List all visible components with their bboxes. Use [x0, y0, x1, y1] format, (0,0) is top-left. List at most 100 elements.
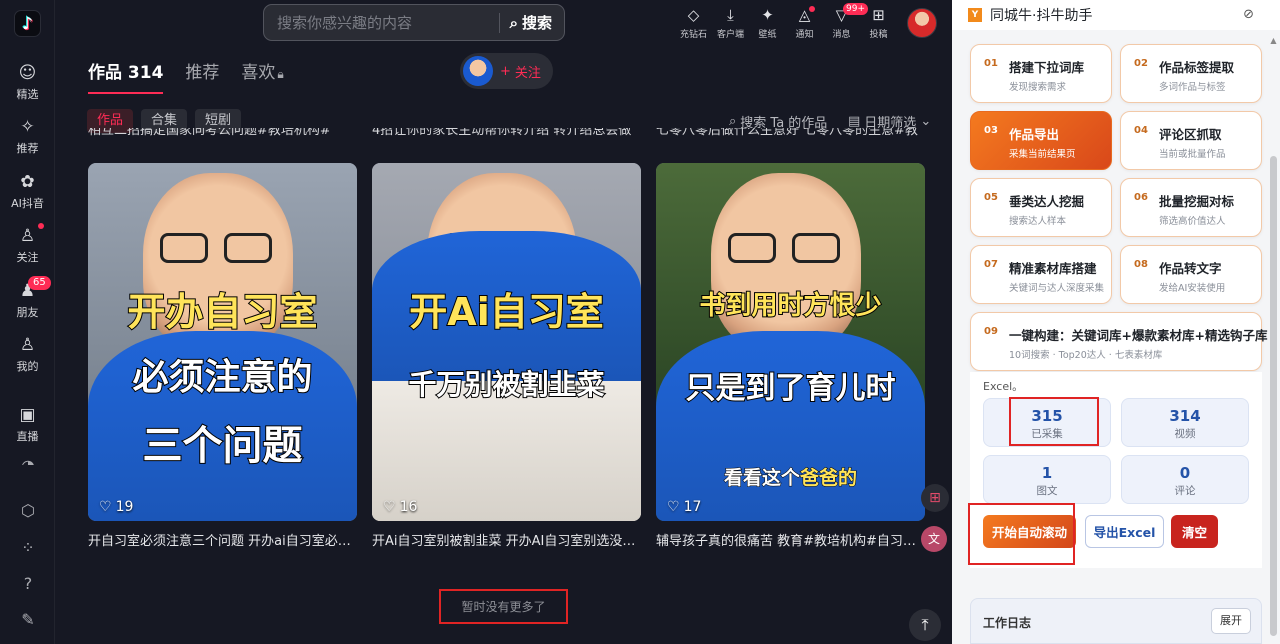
like-count: ♡ 19 [99, 499, 133, 515]
sidebar-item-recommend[interactable]: ✧ 推荐 [0, 117, 55, 156]
sparkle-icon: ✧ [20, 117, 35, 137]
search-button-label: 搜索 [521, 14, 552, 32]
sidebar-item-me[interactable]: ♙ 我的 [0, 335, 55, 374]
avatar[interactable] [907, 8, 937, 38]
sidebar-item-label: 推荐 [16, 142, 39, 155]
top-icon-label: 充钻石 [679, 30, 707, 40]
diamond-icon: ◇ [687, 6, 700, 24]
upload-button[interactable]: ⊞ 投稿 [860, 6, 897, 40]
search-icon: ⌕ [509, 13, 518, 32]
upload-icon: ⊞ [872, 6, 885, 24]
following-notification-dot [38, 223, 44, 229]
panel-header: Y 同城牛·抖牛助手 ⊘ [952, 0, 1280, 30]
video-title[interactable]: 开Ai自习室别被割韭菜 开办AI自习室别选没支... [372, 530, 641, 549]
tab-recommend[interactable]: 推荐 [185, 58, 219, 83]
work-log-title: 工作日志 [983, 616, 1032, 630]
like-count: ♡ 17 [667, 499, 701, 515]
notification-dot [809, 6, 815, 12]
stat-videos: 314 视频 [1121, 398, 1249, 447]
sidebar-item-live[interactable]: ▣ 直播 [0, 405, 55, 444]
notification-button[interactable]: ◬ 通知 [786, 6, 823, 40]
search-input[interactable] [264, 13, 499, 32]
follow-button[interactable]: + 关注 [500, 62, 541, 81]
sidebar-item-ai-douyin[interactable]: ✿ AI抖音 [0, 172, 55, 211]
client-download-button[interactable]: ⤓ 客户端 [712, 6, 749, 40]
collected-highlight-box [1009, 397, 1099, 446]
expand-log-button[interactable]: 展开 [1211, 608, 1251, 634]
video-card[interactable]: 书到用时方恨少 只是到了育儿时 看看这个爸爸的 ♡ 17 [656, 163, 925, 521]
step-07-material-library[interactable]: 07 精准素材库搭建 关键词与达人深度采集 [970, 245, 1112, 304]
panel-title: 同城牛·抖牛助手 [990, 8, 1093, 24]
step-05-creator-mining[interactable]: 05 垂类达人挖掘 搜索达人样本 [970, 178, 1112, 237]
clipped-video-title: 4招让你的家长主动帮你转介绍 转介绍总会做 [372, 128, 632, 138]
follow-card: + 关注 [460, 53, 553, 89]
video-title[interactable]: 开自习室必须注意三个问题 开办ai自习室必须... [88, 530, 357, 549]
sidebar-item-following[interactable]: ♙ 关注 [0, 226, 55, 265]
chevron-down-icon: ⌄ [920, 114, 932, 129]
stat-image-posts: 1 图文 [983, 455, 1111, 504]
heart-icon: ♡ [99, 499, 112, 515]
search-bar: ⌕ 搜索 [263, 4, 565, 41]
export-excel-button[interactable]: 导出Excel [1085, 515, 1164, 548]
step-01-dropdown-keywords[interactable]: 01 搭建下拉词库 发现搜索需求 [970, 44, 1112, 103]
heart-icon: ♡ [667, 499, 680, 515]
excel-note: Excel。 [983, 380, 1024, 393]
grid-tool-icon[interactable]: ⊞ [921, 484, 949, 512]
translate-icon[interactable]: 文 [921, 526, 947, 552]
no-more-content-label: 暂时没有更多了 [439, 589, 568, 624]
message-button[interactable]: ▽ 99+ 消息 [823, 3, 868, 40]
sidebar-item-label: 关注 [16, 251, 39, 264]
friends-badge: 65 [28, 276, 51, 290]
like-count: ♡ 16 [383, 499, 417, 515]
step-03-works-export[interactable]: 03 作品导出 采集当前结果页 [970, 111, 1112, 170]
step-09-one-click-build[interactable]: 09 一键构建：关键词库+爆款素材库+精选钩子库 10词搜索 · Top20达人 ·… [970, 312, 1267, 371]
top-icon-label: 通知 [795, 30, 814, 40]
back-to-top-button[interactable]: ⤒ [909, 609, 941, 641]
lock-icon: 🔒︎ [277, 67, 284, 81]
top-icon-label: 壁纸 [758, 30, 777, 40]
tab-likes[interactable]: 喜欢 🔒︎ [241, 58, 283, 83]
video-caption: 看看这个爸爸的 [723, 467, 858, 490]
video-title[interactable]: 辅导孩子真的很痛苦 教育#教培机构#自习室#... [656, 530, 925, 549]
video-card[interactable]: 开Ai自习室 千万别被割韭菜 ♡ 16 [372, 163, 641, 521]
heart-icon: ♡ [383, 499, 396, 515]
scrollbar-thumb[interactable] [1270, 156, 1277, 636]
top-icon-label: 客户端 [716, 30, 744, 40]
top-icon-label: 投稿 [869, 30, 888, 40]
video-caption: 只是到了育儿时 [685, 370, 897, 407]
author-avatar[interactable] [463, 56, 493, 86]
bell-icon: ◬ [798, 6, 811, 24]
sidebar-item-featured[interactable]: ☺ 精选 [0, 63, 55, 102]
douyin-logo[interactable]: ♪ [14, 10, 41, 37]
tab-works[interactable]: 作品 314 [88, 58, 164, 94]
search-button[interactable]: ⌕ 搜索 [500, 12, 564, 33]
wallpaper-button[interactable]: ✦ 壁纸 [749, 6, 786, 40]
video-caption: 书到用时方恨少 [698, 290, 882, 322]
assistant-panel: Y 同城牛·抖牛助手 ⊘ ▲ 01 搭建下拉词库 发现搜索需求 02 作品标签提取 多词… [952, 0, 1280, 644]
tab-likes-label: 喜欢 [241, 63, 276, 83]
glasses [728, 233, 844, 263]
scroll-up-arrow[interactable]: ▲ [1270, 36, 1277, 45]
apps-grid-icon[interactable]: ⁘ [17, 537, 39, 559]
pin-icon[interactable]: ⊘ [1243, 7, 1254, 22]
video-card[interactable]: 开办自习室 必须注意的 三个问题 ♡ 19 [88, 163, 357, 521]
like-count-value: 17 [683, 499, 702, 515]
live-tv-icon: ▣ [19, 405, 36, 425]
step-06-benchmark-mining[interactable]: 06 批量挖掘对标 筛选高价值达人 [1120, 178, 1262, 237]
blue-shirt [656, 331, 925, 521]
download-icon: ⤓ [727, 6, 734, 24]
follow-button-label: 关注 [514, 65, 541, 81]
sidebar-item-label: 朋友 [16, 306, 39, 319]
clear-button[interactable]: 清空 [1171, 515, 1218, 548]
step-02-tag-extract[interactable]: 02 作品标签提取 多词作品与标签 [1120, 44, 1262, 103]
step-08-video-to-text[interactable]: 08 作品转文字 发给AI安装使用 [1120, 245, 1262, 304]
panel-scrollbar[interactable]: ▲ [1270, 36, 1277, 644]
settings-icon[interactable]: ⬡ [17, 500, 39, 522]
help-icon[interactable]: ? [17, 573, 39, 595]
assistant-logo-icon: Y [968, 8, 982, 22]
user-icon: ♙ [19, 335, 36, 355]
feedback-icon[interactable]: ✎ [17, 609, 39, 631]
more-icon[interactable]: ◔ [17, 455, 39, 465]
recharge-diamond-button[interactable]: ◇ 充钻石 [675, 6, 712, 40]
step-04-comment-scrape[interactable]: 04 评论区抓取 当前或批量作品 [1120, 111, 1262, 170]
